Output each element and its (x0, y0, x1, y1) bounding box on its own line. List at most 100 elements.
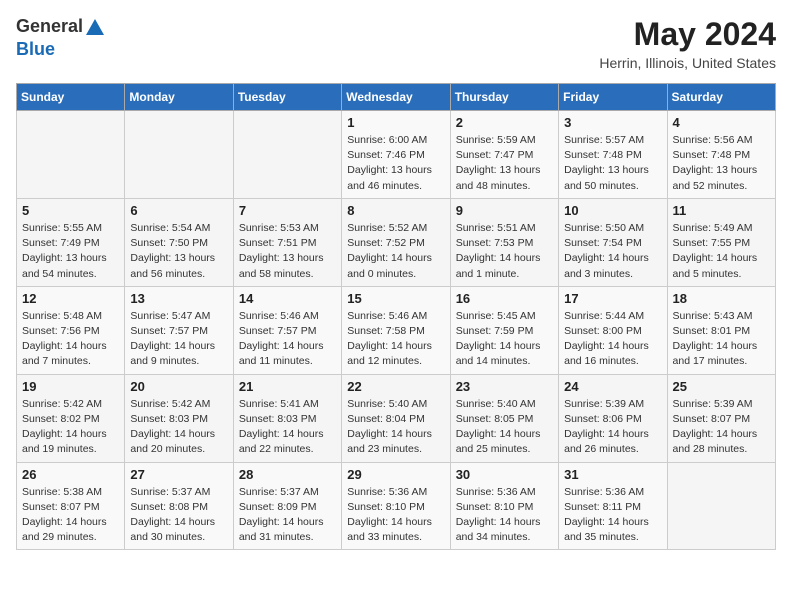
logo-blue: Blue (16, 39, 55, 59)
table-row: 17 Sunrise: 5:44 AM Sunset: 8:00 PM Dayli… (559, 286, 667, 374)
day-number: 31 (564, 467, 661, 482)
day-number: 11 (673, 203, 770, 218)
table-row (17, 111, 125, 199)
day-number: 3 (564, 115, 661, 130)
table-row: 4 Sunrise: 5:56 AM Sunset: 7:48 PM Daylig… (667, 111, 775, 199)
table-row: 28 Sunrise: 5:37 AM Sunset: 8:09 PM Dayli… (233, 462, 341, 550)
day-number: 28 (239, 467, 336, 482)
calendar-week-row: 19 Sunrise: 5:42 AM Sunset: 8:02 PM Dayli… (17, 374, 776, 462)
day-info: Sunrise: 5:56 AM Sunset: 7:48 PM Dayligh… (673, 133, 770, 194)
day-number: 24 (564, 379, 661, 394)
day-info: Sunrise: 5:44 AM Sunset: 8:00 PM Dayligh… (564, 309, 661, 370)
table-row: 16 Sunrise: 5:45 AM Sunset: 7:59 PM Dayli… (450, 286, 558, 374)
table-row: 10 Sunrise: 5:50 AM Sunset: 7:54 PM Dayli… (559, 198, 667, 286)
logo-text: General Blue (16, 16, 107, 60)
table-row (233, 111, 341, 199)
day-number: 19 (22, 379, 119, 394)
day-number: 9 (456, 203, 553, 218)
day-number: 16 (456, 291, 553, 306)
logo-icon (84, 17, 106, 39)
day-number: 29 (347, 467, 444, 482)
day-info: Sunrise: 5:51 AM Sunset: 7:53 PM Dayligh… (456, 221, 553, 282)
day-info: Sunrise: 5:43 AM Sunset: 8:01 PM Dayligh… (673, 309, 770, 370)
day-number: 13 (130, 291, 227, 306)
day-info: Sunrise: 5:40 AM Sunset: 8:04 PM Dayligh… (347, 397, 444, 458)
table-row: 29 Sunrise: 5:36 AM Sunset: 8:10 PM Dayli… (342, 462, 450, 550)
day-info: Sunrise: 5:41 AM Sunset: 8:03 PM Dayligh… (239, 397, 336, 458)
table-row: 23 Sunrise: 5:40 AM Sunset: 8:05 PM Dayli… (450, 374, 558, 462)
location: Herrin, Illinois, United States (599, 55, 776, 71)
day-number: 17 (564, 291, 661, 306)
table-row: 19 Sunrise: 5:42 AM Sunset: 8:02 PM Dayli… (17, 374, 125, 462)
day-info: Sunrise: 5:36 AM Sunset: 8:10 PM Dayligh… (347, 485, 444, 546)
day-number: 8 (347, 203, 444, 218)
day-info: Sunrise: 5:46 AM Sunset: 7:57 PM Dayligh… (239, 309, 336, 370)
month-year: May 2024 (599, 16, 776, 53)
day-number: 4 (673, 115, 770, 130)
day-info: Sunrise: 5:45 AM Sunset: 7:59 PM Dayligh… (456, 309, 553, 370)
day-number: 27 (130, 467, 227, 482)
table-row: 30 Sunrise: 5:36 AM Sunset: 8:10 PM Dayli… (450, 462, 558, 550)
day-number: 5 (22, 203, 119, 218)
table-row: 15 Sunrise: 5:46 AM Sunset: 7:58 PM Dayli… (342, 286, 450, 374)
day-info: Sunrise: 6:00 AM Sunset: 7:46 PM Dayligh… (347, 133, 444, 194)
col-sunday: Sunday (17, 84, 125, 111)
day-info: Sunrise: 5:36 AM Sunset: 8:11 PM Dayligh… (564, 485, 661, 546)
table-row: 3 Sunrise: 5:57 AM Sunset: 7:48 PM Daylig… (559, 111, 667, 199)
calendar-week-row: 12 Sunrise: 5:48 AM Sunset: 7:56 PM Dayli… (17, 286, 776, 374)
day-info: Sunrise: 5:37 AM Sunset: 8:09 PM Dayligh… (239, 485, 336, 546)
title-block: May 2024 Herrin, Illinois, United States (599, 16, 776, 71)
day-number: 1 (347, 115, 444, 130)
day-number: 23 (456, 379, 553, 394)
table-row: 13 Sunrise: 5:47 AM Sunset: 7:57 PM Dayli… (125, 286, 233, 374)
day-number: 30 (456, 467, 553, 482)
table-row (667, 462, 775, 550)
day-info: Sunrise: 5:38 AM Sunset: 8:07 PM Dayligh… (22, 485, 119, 546)
day-info: Sunrise: 5:42 AM Sunset: 8:03 PM Dayligh… (130, 397, 227, 458)
day-number: 21 (239, 379, 336, 394)
table-row: 26 Sunrise: 5:38 AM Sunset: 8:07 PM Dayli… (17, 462, 125, 550)
table-row: 31 Sunrise: 5:36 AM Sunset: 8:11 PM Dayli… (559, 462, 667, 550)
table-row: 18Sunrise: 5:43 AM Sunset: 8:01 PM Dayli… (667, 286, 775, 374)
day-info: Sunrise: 5:50 AM Sunset: 7:54 PM Dayligh… (564, 221, 661, 282)
table-row: 8 Sunrise: 5:52 AM Sunset: 7:52 PM Daylig… (342, 198, 450, 286)
day-number: 26 (22, 467, 119, 482)
day-info: Sunrise: 5:57 AM Sunset: 7:48 PM Dayligh… (564, 133, 661, 194)
day-number: 12 (22, 291, 119, 306)
day-info: Sunrise: 5:40 AM Sunset: 8:05 PM Dayligh… (456, 397, 553, 458)
day-info: Sunrise: 5:47 AM Sunset: 7:57 PM Dayligh… (130, 309, 227, 370)
page-header: General Blue May 2024 Herrin, Illinois, … (16, 16, 776, 71)
table-row: 6Sunrise: 5:54 AM Sunset: 7:50 PM Daylig… (125, 198, 233, 286)
day-info: Sunrise: 5:36 AM Sunset: 8:10 PM Dayligh… (456, 485, 553, 546)
logo: General Blue (16, 16, 107, 60)
table-row (125, 111, 233, 199)
day-number: 15 (347, 291, 444, 306)
col-monday: Monday (125, 84, 233, 111)
table-row: 7 Sunrise: 5:53 AM Sunset: 7:51 PM Daylig… (233, 198, 341, 286)
day-number: 25 (673, 379, 770, 394)
day-info: Sunrise: 5:48 AM Sunset: 7:56 PM Dayligh… (22, 309, 119, 370)
day-info: Sunrise: 5:42 AM Sunset: 8:02 PM Dayligh… (22, 397, 119, 458)
day-info: Sunrise: 5:59 AM Sunset: 7:47 PM Dayligh… (456, 133, 553, 194)
day-info: Sunrise: 5:39 AM Sunset: 8:06 PM Dayligh… (564, 397, 661, 458)
table-row: 27Sunrise: 5:37 AM Sunset: 8:08 PM Dayli… (125, 462, 233, 550)
day-number: 7 (239, 203, 336, 218)
col-wednesday: Wednesday (342, 84, 450, 111)
day-info: Sunrise: 5:39 AM Sunset: 8:07 PM Dayligh… (673, 397, 770, 458)
day-number: 20 (130, 379, 227, 394)
table-row: 14Sunrise: 5:46 AM Sunset: 7:57 PM Dayli… (233, 286, 341, 374)
table-row: 20 Sunrise: 5:42 AM Sunset: 8:03 PM Dayli… (125, 374, 233, 462)
calendar-week-row: 1 Sunrise: 6:00 AM Sunset: 7:46 PM Daylig… (17, 111, 776, 199)
col-saturday: Saturday (667, 84, 775, 111)
day-info: Sunrise: 5:53 AM Sunset: 7:51 PM Dayligh… (239, 221, 336, 282)
day-number: 10 (564, 203, 661, 218)
table-row: 2Sunrise: 5:59 AM Sunset: 7:47 PM Daylig… (450, 111, 558, 199)
table-row: 12 Sunrise: 5:48 AM Sunset: 7:56 PM Dayli… (17, 286, 125, 374)
calendar-week-row: 5Sunrise: 5:55 AM Sunset: 7:49 PM Daylig… (17, 198, 776, 286)
day-info: Sunrise: 5:54 AM Sunset: 7:50 PM Dayligh… (130, 221, 227, 282)
calendar-table: Sunday Monday Tuesday Wednesday Thursday… (16, 83, 776, 550)
day-info: Sunrise: 5:52 AM Sunset: 7:52 PM Dayligh… (347, 221, 444, 282)
table-row: 1 Sunrise: 6:00 AM Sunset: 7:46 PM Daylig… (342, 111, 450, 199)
table-row: 5Sunrise: 5:55 AM Sunset: 7:49 PM Daylig… (17, 198, 125, 286)
day-info: Sunrise: 5:46 AM Sunset: 7:58 PM Dayligh… (347, 309, 444, 370)
